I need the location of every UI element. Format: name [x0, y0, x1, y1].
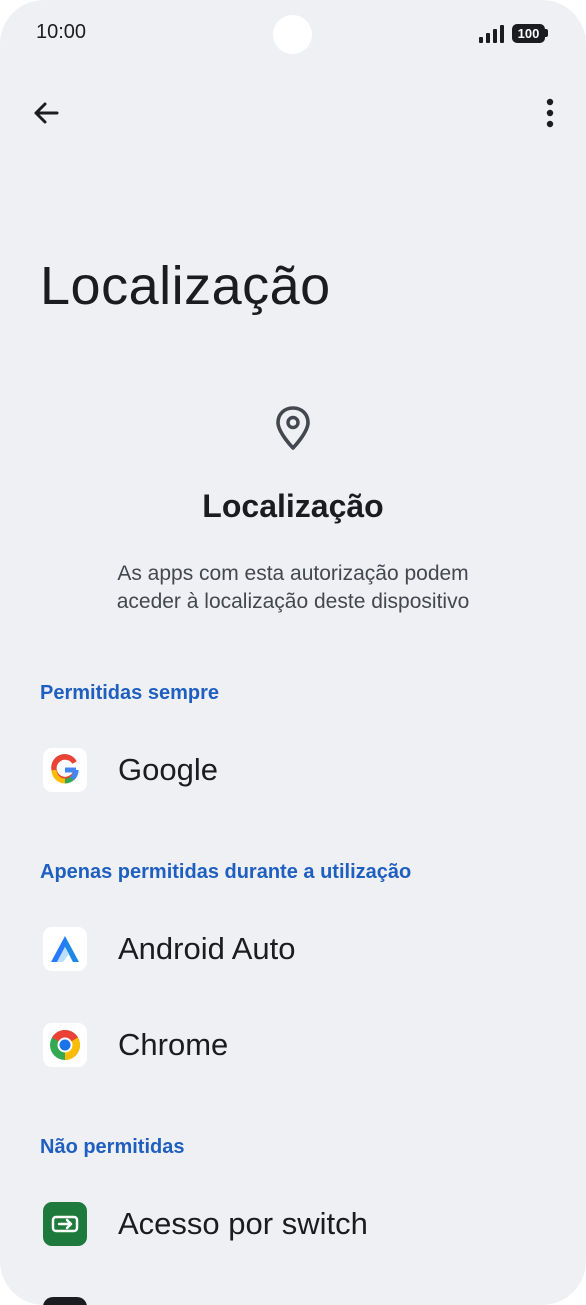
partial-app-icon — [43, 1297, 87, 1305]
more-vert-icon — [546, 98, 554, 128]
app-row-android-auto[interactable]: Android Auto — [0, 909, 586, 989]
status-time: 10:00 — [36, 21, 87, 43]
app-name: Acesso por switch — [118, 1206, 368, 1241]
description-line-1: As apps com esta autorização podem — [117, 562, 469, 585]
page-title: Localização — [40, 256, 331, 316]
battery-tip — [545, 29, 548, 37]
location-pin-icon — [276, 406, 310, 450]
section-always-label: Permitidas sempre — [40, 682, 219, 704]
more-options-button[interactable] — [530, 94, 570, 134]
chrome-icon — [43, 1023, 87, 1067]
app-name: Google — [118, 752, 218, 787]
permission-description: As apps com esta autorização podem acede… — [60, 560, 526, 616]
camera-cutout — [273, 15, 312, 54]
description-line-2: aceder à localização deste dispositivo — [116, 590, 470, 613]
permission-header-title: Localização — [202, 488, 384, 524]
arrow-left-icon — [34, 102, 59, 124]
location-permission-screen: 10:00 100 Localização Localização As app… — [0, 0, 586, 1305]
google-icon — [43, 748, 87, 792]
android-auto-icon — [43, 927, 87, 971]
app-name: Chrome — [118, 1027, 229, 1062]
status-bar: 10:00 100 — [0, 0, 586, 66]
battery-level: 100 — [517, 26, 540, 41]
app-row-google[interactable]: Google — [0, 730, 586, 810]
section-denied-label: Não permitidas — [40, 1136, 185, 1158]
app-row-chrome[interactable]: Chrome — [0, 1005, 586, 1085]
battery-icon: 100 — [512, 24, 545, 43]
signal-icon — [479, 25, 504, 43]
back-button[interactable] — [26, 94, 66, 134]
section-while-in-use-label: Apenas permitidas durante a utilização — [40, 861, 412, 883]
app-name: Android Auto — [118, 931, 296, 966]
switch-access-icon — [43, 1202, 87, 1246]
app-row-switch-access[interactable]: Acesso por switch — [0, 1184, 586, 1264]
